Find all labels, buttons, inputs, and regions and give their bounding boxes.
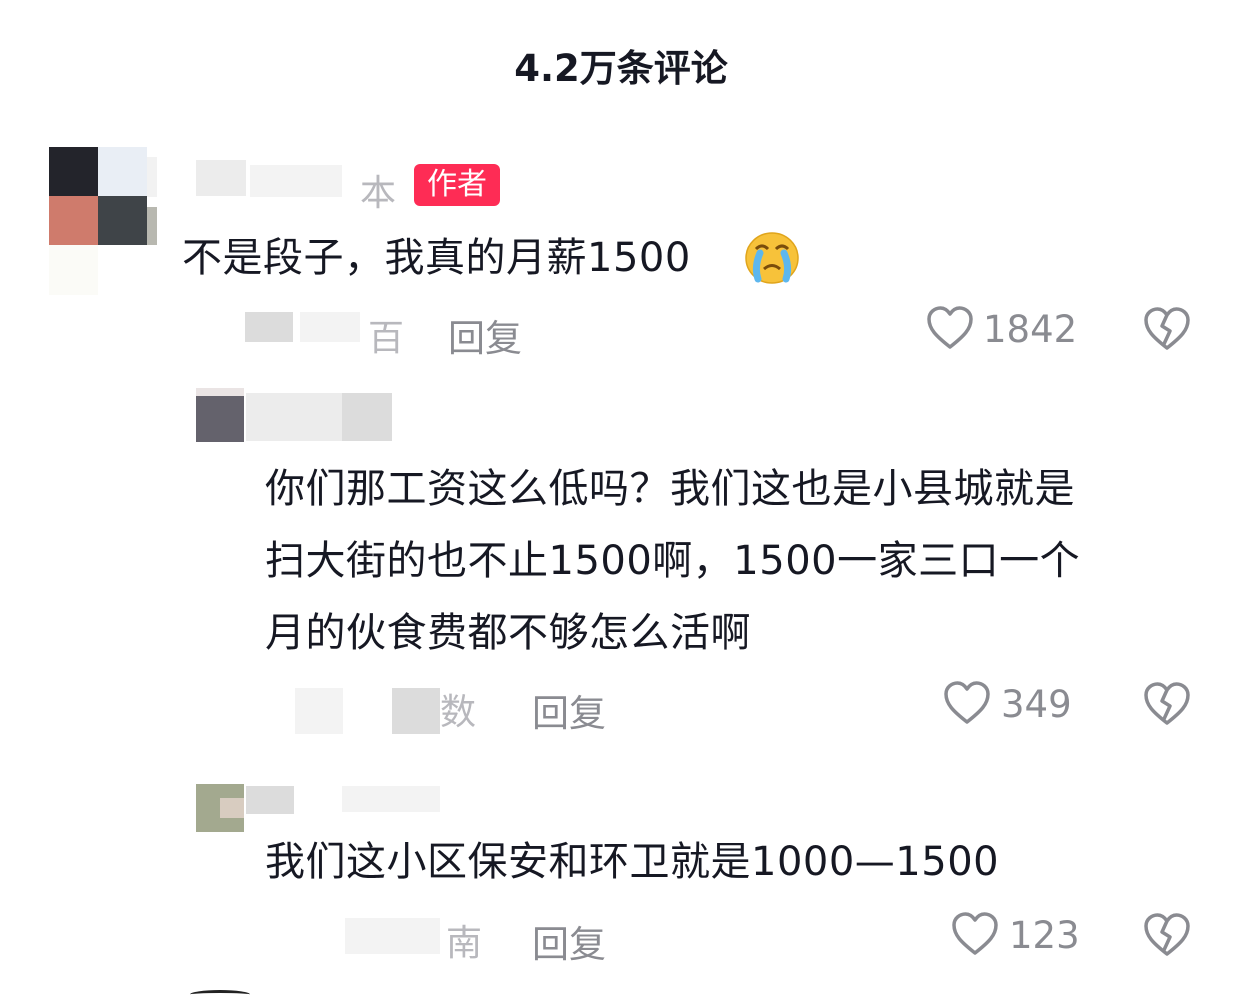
username-redacted [342,393,392,441]
username-fragment: 本 [360,173,397,214]
meta-fragment: 南 [446,923,483,964]
timestamp-redacted [245,312,293,342]
username-redacted [250,165,342,197]
reply-button[interactable]: 回复 [532,914,606,968]
reply-text: 我们这小区保安和环卫就是1000—1500 [265,839,1000,885]
avatar[interactable] [196,784,244,832]
reply-button[interactable]: 回复 [532,683,606,737]
username-redacted [342,786,440,812]
broken-heart-icon[interactable] [1143,681,1191,727]
reply-text-line: 扫大街的也不止1500啊，1500一家三口一个 [265,538,1081,584]
timestamp-redacted [300,312,360,342]
reply-text-line: 你们那工资这么低吗？我们这也是小县城就是 [265,466,1075,512]
avatar[interactable] [196,388,244,442]
heart-outline-icon[interactable] [926,305,974,351]
comment-text: 不是段子，我真的月薪1500 [182,235,691,281]
heart-outline-icon[interactable] [951,911,999,957]
broken-heart-icon[interactable] [1143,306,1191,352]
reply-text-line: 月的伙食费都不够怎么活啊 [265,610,751,656]
timestamp-redacted [295,688,343,734]
like-count: 123 [1009,914,1080,957]
like-count: 349 [1001,683,1072,726]
author-badge: 作者 [414,164,500,206]
like-count: 1842 [983,308,1078,351]
timestamp-redacted [345,918,440,954]
username-redacted [246,393,342,441]
reply-button[interactable]: 回复 [448,308,522,362]
meta-fragment: 数 [440,692,477,733]
meta-fragment: 百 [368,318,405,359]
timestamp-redacted [392,688,440,734]
comments-count-title: 4.2万条评论 [514,47,728,90]
heart-outline-icon[interactable] [943,680,991,726]
avatar[interactable] [49,147,157,295]
broken-heart-icon[interactable] [1143,912,1191,958]
crying-face-emoji [745,232,799,284]
username-redacted [246,786,294,814]
next-comment-avatar-edge [190,990,250,999]
username-redacted [196,160,246,196]
